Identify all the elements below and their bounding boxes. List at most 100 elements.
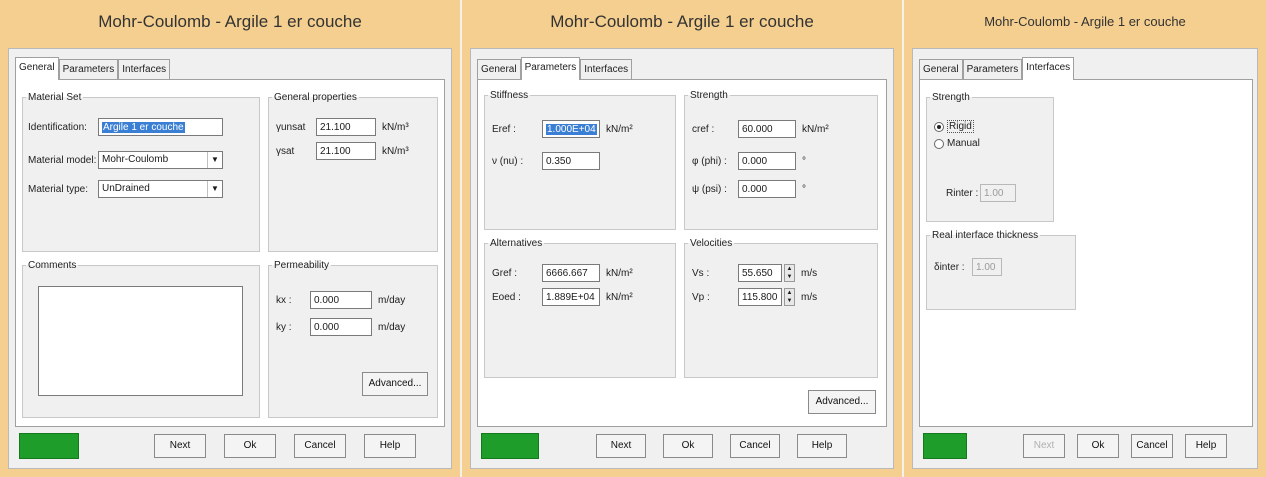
rinter-row: Rinter : 1.00 bbox=[946, 184, 1016, 202]
tab-interfaces[interactable]: Interfaces bbox=[1022, 57, 1075, 80]
arrow-up-icon[interactable]: ▲ bbox=[785, 289, 794, 297]
gref-label: Gref : bbox=[492, 267, 518, 279]
button-bar: Next Ok Cancel Help bbox=[913, 422, 1257, 468]
gamma-unsat-row: γunsat 21.100 kN/m³ bbox=[276, 118, 409, 136]
ok-button[interactable]: Ok bbox=[663, 434, 713, 458]
vs-row: Vs : 55.650 ▲ ▼ m/s bbox=[692, 264, 817, 282]
dialog-client: General Parameters Interfaces Strength R… bbox=[912, 48, 1258, 469]
ky-input[interactable]: 0.000 bbox=[310, 318, 372, 336]
tab-panel: Material Set Identification: Argile 1 er… bbox=[15, 79, 445, 427]
gamma-sat-unit: kN/m³ bbox=[382, 145, 409, 157]
cancel-button[interactable]: Cancel bbox=[730, 434, 780, 458]
eref-label: Eref : bbox=[492, 123, 516, 135]
help-button[interactable]: Help bbox=[797, 434, 847, 458]
thickness-input[interactable]: 1.00 bbox=[972, 258, 1002, 276]
nu-row: ν (nu) : 0.350 bbox=[492, 152, 600, 170]
next-button[interactable]: Next bbox=[154, 434, 206, 458]
material-type-select[interactable]: UnDrained ▼ bbox=[98, 180, 223, 198]
chevron-down-icon[interactable]: ▼ bbox=[207, 152, 222, 168]
material-type-row: Material type: UnDrained ▼ bbox=[28, 180, 223, 198]
manual-radio[interactable] bbox=[934, 138, 944, 149]
cancel-button[interactable]: Cancel bbox=[294, 434, 346, 458]
tab-parameters[interactable]: Parameters bbox=[58, 59, 119, 80]
group-legend: Permeability bbox=[274, 260, 330, 271]
kx-label: kx : bbox=[276, 294, 292, 306]
rigid-radio[interactable] bbox=[934, 121, 944, 132]
gref-input[interactable]: 6666.667 bbox=[542, 264, 600, 282]
vp-input[interactable]: 115.800 bbox=[738, 288, 782, 306]
group-legend: Strength bbox=[932, 92, 970, 103]
phi-unit: ° bbox=[802, 155, 806, 167]
thickness-label: δinter : bbox=[934, 261, 965, 273]
dialog-client: General Parameters Interfaces Material S… bbox=[8, 48, 452, 469]
help-button[interactable]: Help bbox=[1185, 434, 1227, 458]
vs-input[interactable]: 55.650 bbox=[738, 264, 782, 282]
gamma-unsat-input[interactable]: 21.100 bbox=[316, 118, 376, 136]
tab-parameters[interactable]: Parameters bbox=[962, 59, 1023, 80]
rigid-option[interactable]: Rigid bbox=[934, 120, 974, 133]
help-button[interactable]: Help bbox=[364, 434, 416, 458]
tab-general[interactable]: General bbox=[919, 59, 963, 80]
tab-general[interactable]: General bbox=[15, 57, 59, 80]
gamma-sat-input[interactable]: 21.100 bbox=[316, 142, 376, 160]
interface-strength-group: Strength bbox=[926, 92, 1054, 222]
eref-input[interactable]: 1.000E+04 bbox=[542, 120, 600, 138]
gamma-unsat-label: γunsat bbox=[276, 121, 306, 133]
tab-interfaces[interactable]: Interfaces bbox=[118, 59, 171, 80]
phi-input[interactable]: 0.000 bbox=[738, 152, 796, 170]
ok-button[interactable]: Ok bbox=[1077, 434, 1119, 458]
identification-value: Argile 1 er couche bbox=[102, 122, 185, 133]
arrow-up-icon[interactable]: ▲ bbox=[785, 265, 794, 273]
gamma-unsat-unit: kN/m³ bbox=[382, 121, 409, 133]
ok-button[interactable]: Ok bbox=[224, 434, 276, 458]
next-button[interactable]: Next bbox=[596, 434, 646, 458]
next-button[interactable]: Next bbox=[1023, 434, 1065, 458]
psi-label: ψ (psi) : bbox=[692, 183, 727, 195]
eref-value: 1.000E+04 bbox=[546, 124, 597, 135]
tab-strip: General Parameters Interfaces bbox=[15, 57, 171, 80]
arrow-down-icon[interactable]: ▼ bbox=[785, 273, 794, 281]
button-bar: Next Ok Cancel Help bbox=[471, 422, 893, 468]
group-legend: Strength bbox=[690, 90, 728, 101]
chevron-down-icon[interactable]: ▼ bbox=[207, 181, 222, 197]
material-model-label: Material model: bbox=[28, 154, 97, 166]
material-type-value: UnDrained bbox=[102, 183, 150, 194]
ky-row: ky : 0.000 m/day bbox=[276, 318, 405, 336]
tab-general[interactable]: General bbox=[477, 59, 521, 80]
kx-input[interactable]: 0.000 bbox=[310, 291, 372, 309]
gamma-sat-label: γsat bbox=[276, 145, 295, 157]
nu-label: ν (nu) : bbox=[492, 155, 524, 167]
identification-input[interactable]: Argile 1 er couche bbox=[98, 118, 223, 136]
psi-input[interactable]: 0.000 bbox=[738, 180, 796, 198]
eoed-input[interactable]: 1.889E+04 bbox=[542, 288, 600, 306]
rinter-input[interactable]: 1.00 bbox=[980, 184, 1016, 202]
cref-row: cref : 60.000 kN/m² bbox=[692, 120, 829, 138]
cref-input[interactable]: 60.000 bbox=[738, 120, 796, 138]
status-indicator bbox=[923, 433, 967, 459]
eref-row: Eref : 1.000E+04 kN/m² bbox=[492, 120, 633, 138]
alternatives-group: Alternatives bbox=[484, 238, 676, 378]
group-legend: Alternatives bbox=[490, 238, 543, 249]
comments-textarea[interactable] bbox=[38, 286, 243, 396]
advanced-button[interactable]: Advanced... bbox=[808, 390, 876, 414]
vp-spinner[interactable]: ▲ ▼ bbox=[784, 288, 795, 306]
kx-row: kx : 0.000 m/day bbox=[276, 291, 405, 309]
manual-option[interactable]: Manual bbox=[934, 138, 980, 149]
material-type-label: Material type: bbox=[28, 183, 89, 195]
button-bar: Next Ok Cancel Help bbox=[9, 422, 451, 468]
phi-row: φ (phi) : 0.000 ° bbox=[692, 152, 806, 170]
vs-unit: m/s bbox=[801, 267, 818, 279]
arrow-down-icon[interactable]: ▼ bbox=[785, 297, 794, 305]
cancel-button[interactable]: Cancel bbox=[1131, 434, 1173, 458]
advanced-button[interactable]: Advanced... bbox=[362, 372, 428, 396]
status-indicator bbox=[19, 433, 79, 459]
tab-parameters[interactable]: Parameters bbox=[520, 57, 581, 80]
eref-unit: kN/m² bbox=[606, 123, 633, 135]
material-model-select[interactable]: Mohr-Coulomb ▼ bbox=[98, 151, 223, 169]
eoed-row: Eoed : 1.889E+04 kN/m² bbox=[492, 288, 633, 306]
tab-panel: Strength Rigid Manual Rinter : 1.00 Real… bbox=[919, 79, 1253, 427]
tab-interfaces[interactable]: Interfaces bbox=[580, 59, 633, 80]
nu-input[interactable]: 0.350 bbox=[542, 152, 600, 170]
rinter-label: Rinter : bbox=[946, 187, 979, 199]
vs-spinner[interactable]: ▲ ▼ bbox=[784, 264, 795, 282]
